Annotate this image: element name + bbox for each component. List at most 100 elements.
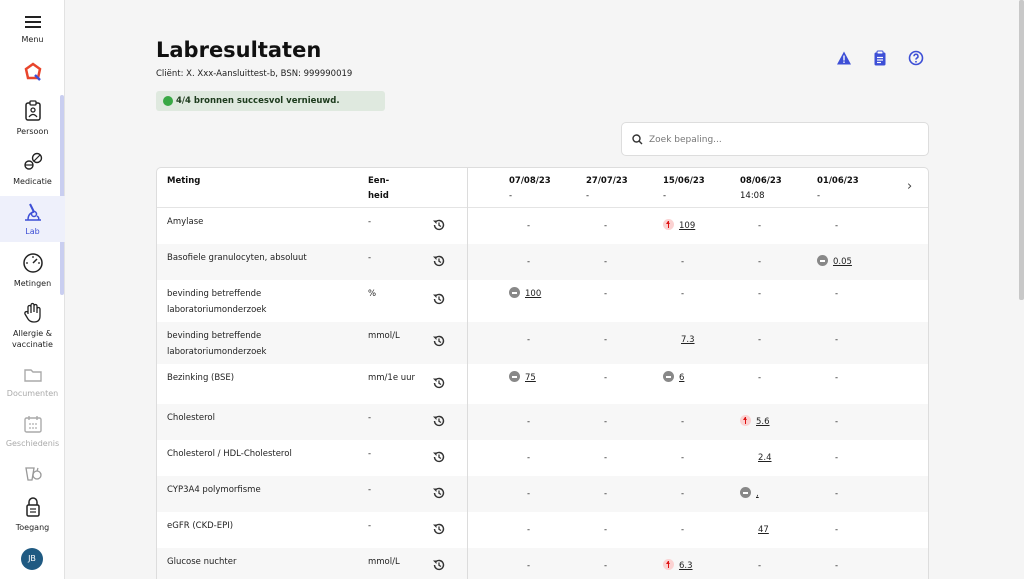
history-icon[interactable]: [432, 218, 446, 232]
column-header-date: 07/08/23 -: [509, 174, 551, 204]
chevron-right-icon[interactable]: ›: [907, 179, 912, 194]
result-value-text: -: [604, 453, 608, 463]
result-value[interactable]: 6: [663, 371, 684, 385]
history-icon[interactable]: [432, 558, 446, 572]
sidebar-item-geschiedenis[interactable]: Geschiedenis: [0, 414, 65, 456]
result-value-text: -: [604, 561, 608, 571]
result-value-text: 47: [758, 525, 769, 535]
search-box[interactable]: [621, 122, 929, 156]
result-value-text: -: [758, 221, 762, 231]
result-value[interactable]: ,: [740, 487, 759, 501]
history-icon[interactable]: [432, 450, 446, 464]
app-logo[interactable]: [0, 62, 65, 82]
sidebar-item-toegang[interactable]: Toegang: [0, 496, 65, 538]
result-value-text: -: [758, 257, 762, 267]
column-header-meting[interactable]: Meting: [167, 174, 200, 189]
result-value: -: [604, 371, 607, 385]
history-icon[interactable]: [432, 254, 446, 268]
column-header-eenheid-line1: Een-: [368, 176, 390, 186]
warning-icon[interactable]: [836, 50, 852, 66]
unit: -: [368, 217, 372, 227]
history-icon[interactable]: [432, 414, 446, 428]
result-value-text: -: [681, 453, 685, 463]
result-value[interactable]: 47: [758, 523, 769, 537]
result-value: -: [527, 523, 530, 537]
table-row[interactable]: Glucose nuchter mmol/L - - 6.3 - -: [157, 548, 928, 579]
result-value: -: [758, 219, 761, 233]
clipboard-icon[interactable]: [872, 50, 888, 66]
date-label: 15/06/23: [663, 176, 705, 186]
result-value[interactable]: 109: [663, 219, 695, 233]
table-row[interactable]: Amylase - - - 109 - -: [157, 208, 928, 244]
history-icon[interactable]: [432, 334, 446, 348]
result-value-text: -: [604, 257, 608, 267]
result-value: -: [604, 287, 607, 301]
meting-name: eGFR (CKD-EPI): [167, 521, 234, 531]
time-label: -: [509, 191, 513, 201]
status-text: 4/4 bronnen succesvol vernieuwd.: [176, 96, 340, 106]
table-row[interactable]: bevinding betreffende laboratoriumonderz…: [157, 322, 928, 364]
result-value: -: [527, 333, 530, 347]
page-scrollbar[interactable]: [1019, 0, 1024, 300]
meting-name: Amylase: [167, 217, 204, 227]
menu-button[interactable]: Menu: [0, 14, 65, 45]
table-row[interactable]: bevinding betreffende laboratoriumonderz…: [157, 280, 928, 322]
result-value-text: 2.4: [758, 453, 772, 463]
history-icon[interactable]: [432, 376, 446, 390]
result-value[interactable]: 2.4: [758, 451, 772, 465]
avatar[interactable]: JB: [21, 548, 43, 570]
sidebar-item-allergie[interactable]: Allergie & vaccinatie: [0, 302, 65, 354]
history-icon[interactable]: [432, 486, 446, 500]
result-value: -: [604, 333, 607, 347]
result-value-text: -: [681, 525, 685, 535]
table-row[interactable]: Cholesterol - - - - 5.6 -: [157, 404, 928, 440]
minus-circle-icon: [509, 287, 520, 298]
result-value: -: [835, 451, 838, 465]
result-value[interactable]: 75: [509, 371, 536, 385]
result-value-text: 75: [525, 373, 536, 383]
result-value: -: [835, 523, 838, 537]
status-badge: 4/4 bronnen succesvol vernieuwd.: [156, 91, 385, 111]
sidebar-item-lab[interactable]: Lab: [0, 196, 65, 242]
sidebar-item-metingen[interactable]: Metingen: [0, 252, 65, 294]
time-label: -: [663, 191, 667, 201]
table-row[interactable]: Bezinking (BSE) mm/1e uur 75 - 6 - -: [157, 364, 928, 404]
microscope-icon: [24, 203, 41, 221]
result-value-text: -: [835, 335, 839, 345]
client-info: Cliënt: X. Xxx-Aansluittest-b, BSN: 9999…: [156, 69, 353, 79]
result-value: -: [835, 287, 838, 301]
unit: -: [368, 413, 372, 423]
sidebar-item-medicatie[interactable]: Medicatie: [0, 152, 65, 194]
result-value[interactable]: 100: [509, 287, 541, 301]
result-value[interactable]: 6.3: [663, 559, 693, 573]
sidebar-item-extra[interactable]: [0, 464, 65, 486]
history-icon[interactable]: [432, 292, 446, 306]
help-icon[interactable]: [908, 50, 924, 66]
result-value: -: [835, 333, 838, 347]
table-row[interactable]: eGFR (CKD-EPI) - - - - 47 -: [157, 512, 928, 548]
time-label: -: [586, 191, 590, 201]
result-value-text: -: [758, 289, 762, 299]
search-input[interactable]: [649, 132, 919, 148]
lock-icon: [25, 497, 40, 517]
meting-name: Cholesterol / HDL-Cholesterol: [167, 449, 292, 459]
result-value: -: [527, 487, 530, 501]
arrow-up-icon: [663, 219, 674, 230]
result-value[interactable]: 5.6: [740, 415, 770, 429]
result-value-text: -: [604, 289, 608, 299]
result-value[interactable]: 7.3: [681, 333, 695, 347]
minus-circle-icon: [509, 371, 520, 382]
result-value[interactable]: 0.05: [817, 255, 852, 269]
result-value-text: -: [758, 561, 762, 571]
table-row[interactable]: CYP3A4 polymorfisme - - - -, -: [157, 476, 928, 512]
table-row[interactable]: Basofiele granulocyten, absoluut - - - - - 0.0…: [157, 244, 928, 280]
result-value: -: [758, 333, 761, 347]
unit: %: [368, 289, 377, 299]
date-label: 27/07/23: [586, 176, 628, 186]
table-row[interactable]: Cholesterol / HDL-Cholesterol - - - - 2.4 -: [157, 440, 928, 476]
sidebar-item-documenten[interactable]: Documenten: [0, 366, 65, 406]
arrow-up-icon: [740, 415, 751, 426]
result-value-text: -: [681, 489, 685, 499]
history-icon[interactable]: [432, 522, 446, 536]
sidebar-item-persoon[interactable]: Persoon: [0, 100, 65, 146]
